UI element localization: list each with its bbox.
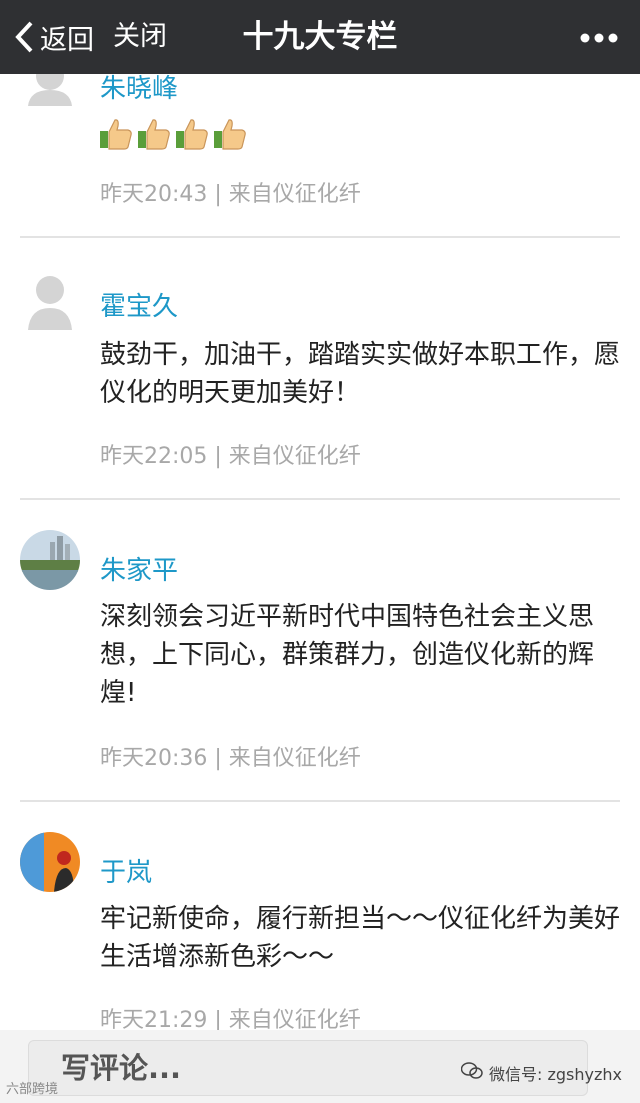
comment-placeholder: 写评论... — [61, 1051, 182, 1085]
comment-item: 朱晓峰 昨天20:43 | 来自仪征化纤 — [0, 0, 640, 238]
comment-meta: 昨天20:36 | 来自仪征化纤 — [100, 746, 361, 771]
wechat-icon — [460, 1062, 483, 1084]
thumbs-up-icon — [214, 119, 246, 150]
thumbs-up-icon — [138, 119, 170, 150]
watermark-wechat-id: 微信号: zgshyzhx — [489, 1065, 622, 1084]
thumbs-up-icon — [100, 119, 132, 150]
comment-content: 鼓劲干，加油干，踏踏实实做好本职工作，愿仪化的明天更加美好！ — [100, 340, 621, 408]
watermark-left: 六部跨境 — [6, 1082, 59, 1097]
comment-author[interactable]: 朱晓峰 — [100, 68, 178, 105]
comment-item: 朱家平 深刻领会习近平新时代中国特色社会主义思想，上下同心，群策群力，创造仪化新… — [0, 500, 640, 802]
comment-meta: 昨天22:05 | 来自仪征化纤 — [100, 444, 361, 469]
default-avatar-icon[interactable] — [20, 270, 80, 330]
default-avatar-icon[interactable] — [20, 74, 80, 106]
comment-content: 深刻领会习近平新时代中国特色社会主义思想，上下同心，群策群力，创造仪化新的辉煌! — [100, 602, 595, 708]
comment-author[interactable]: 朱家平 — [100, 550, 178, 587]
comment-author[interactable]: 于岚 — [100, 852, 152, 889]
comment-item: 霍宝久 鼓劲干，加油干，踏踏实实做好本职工作，愿仪化的明天更加美好！ 昨天22:… — [0, 238, 640, 500]
thumbs-up-icon — [176, 119, 208, 150]
comment-meta: 昨天20:43 | 来自仪征化纤 — [100, 182, 361, 207]
user-avatar[interactable] — [20, 832, 80, 892]
user-avatar[interactable] — [20, 530, 80, 590]
watermark-right: 微信号: zgshyzhx — [460, 1061, 622, 1085]
bottom-comment-bar: 写评论... 六部跨境 微信号: zgshyzhx — [0, 1030, 640, 1103]
reaction-thumbs — [98, 116, 248, 152]
comment-item: 于岚 牢记新使命，履行新担当～～仪征化纤为美好生活增添新色彩～～ 昨天21:29… — [0, 802, 640, 1033]
comment-content: 牢记新使命，履行新担当～～仪征化纤为美好生活增添新色彩～～ — [100, 904, 621, 972]
comment-author[interactable]: 霍宝久 — [100, 286, 178, 323]
